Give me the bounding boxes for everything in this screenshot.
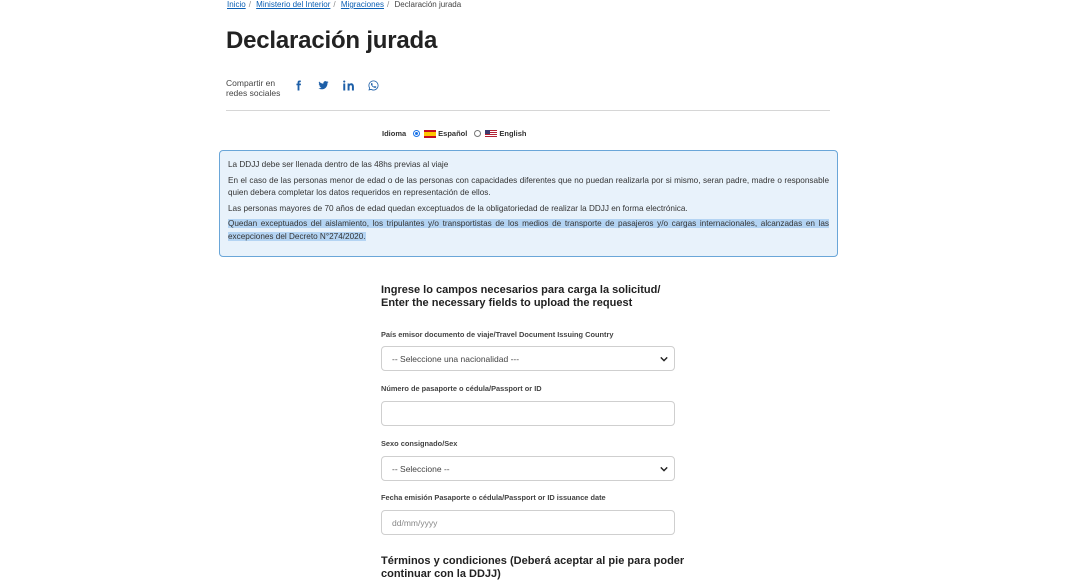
breadcrumb-separator: / (333, 0, 336, 9)
info-line-4-text: Quedan exceptuados del aislamiento, los … (228, 219, 829, 241)
country-select-value: -- Seleccione una nacionalidad --- (392, 353, 520, 364)
share-label-line2: redes sociales (226, 88, 281, 98)
divider (226, 110, 830, 111)
info-box: La DDJJ debe ser llenada dentro de las 4… (219, 150, 838, 257)
country-select[interactable]: -- Seleccione una nacionalidad --- (381, 346, 675, 371)
breadcrumb-link-migraciones[interactable]: Migraciones (341, 0, 384, 9)
passport-label: Número de pasaporte o cédula/Passport or… (381, 384, 542, 393)
linkedin-icon[interactable] (342, 79, 354, 91)
date-input[interactable]: dd/mm/yyyy (381, 510, 675, 535)
language-selector: Idioma Español English (382, 129, 526, 138)
spain-flag-icon (424, 129, 437, 138)
date-input-placeholder: dd/mm/yyyy (392, 517, 438, 528)
breadcrumb: Inicio / Ministerio del Interior / Migraci… (227, 0, 461, 9)
whatsapp-icon[interactable] (367, 79, 379, 91)
language-option-es[interactable]: Español (406, 129, 467, 138)
form-title-line2: Enter the necessary fields to upload the… (381, 297, 633, 309)
terms-heading-line2: continuar con la DDJJ) (381, 568, 501, 580)
radio-en[interactable] (474, 130, 482, 137)
share-label: Compartir en redes sociales (226, 78, 286, 98)
form-title-line1: Ingrese lo campos necesarios para carga … (381, 284, 661, 296)
twitter-icon[interactable] (317, 79, 329, 91)
info-line-4: Quedan exceptuados del aislamiento, los … (228, 218, 829, 243)
language-label: Idioma (382, 129, 407, 138)
share-section: Compartir en redes sociales (226, 78, 379, 98)
sex-select-value: -- Seleccione -- (392, 463, 450, 474)
chevron-down-icon (660, 356, 668, 362)
breadcrumb-current: Declaración jurada (394, 0, 462, 9)
language-option-en[interactable]: English (467, 129, 526, 138)
breadcrumb-link-inicio[interactable]: Inicio (227, 0, 246, 9)
form-title: Ingrese lo campos necesarios para carga … (381, 284, 681, 310)
info-line-1: La DDJJ debe ser llenada dentro de las 4… (228, 160, 449, 169)
sex-label: Sexo consignado/Sex (381, 439, 458, 448)
breadcrumb-link-ministerio[interactable]: Ministerio del Interior (256, 0, 330, 9)
info-line-2: En el caso de las personas menor de edad… (228, 175, 829, 198)
page-title: Declaración jurada (226, 27, 438, 54)
passport-input[interactable] (381, 401, 675, 426)
share-label-line1: Compartir en (226, 78, 276, 88)
breadcrumb-separator: / (248, 0, 251, 9)
share-icons (292, 79, 379, 91)
sex-select[interactable]: -- Seleccione -- (381, 456, 675, 481)
terms-heading-line1: Términos y condiciones (Deberá aceptar a… (381, 555, 685, 567)
terms-heading: Términos y condiciones (Deberá aceptar a… (381, 555, 701, 580)
breadcrumb-separator: / (387, 0, 390, 9)
facebook-icon[interactable] (292, 79, 304, 91)
date-label: Fecha emisión Pasaporte o cédula/Passpor… (381, 493, 606, 502)
info-line-3: Las personas mayores de 70 años de edad … (228, 203, 688, 213)
language-option-en-label: English (499, 129, 527, 138)
country-label: País emisor documento de viaje/Travel Do… (381, 330, 614, 339)
radio-es[interactable] (413, 130, 421, 137)
us-flag-icon (485, 129, 498, 138)
chevron-down-icon (660, 466, 668, 472)
language-option-es-label: Español (438, 129, 468, 138)
